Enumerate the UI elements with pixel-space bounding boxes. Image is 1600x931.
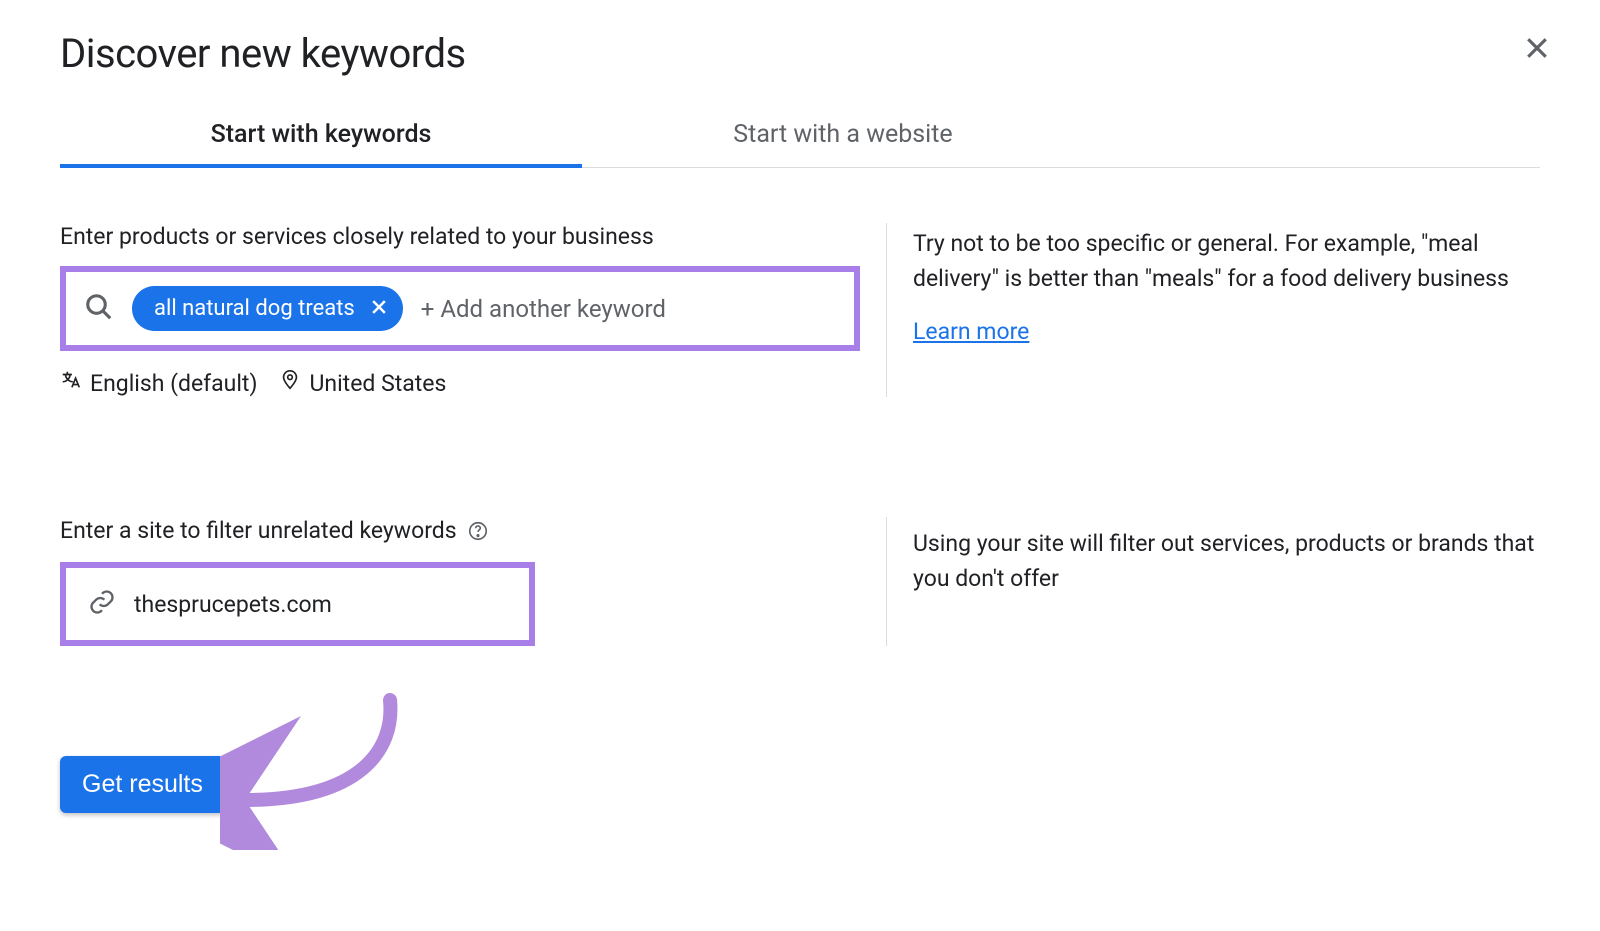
help-icon[interactable] [467,520,489,542]
search-icon [84,292,114,326]
site-section-label: Enter a site to filter unrelated keyword… [60,517,457,544]
language-selector[interactable]: English (default) [60,369,257,397]
close-button[interactable] [1514,25,1560,74]
keyword-chip-remove[interactable] [369,297,389,320]
language-label: English (default) [90,370,257,397]
get-results-button[interactable]: Get results [60,756,225,813]
link-icon [88,588,116,620]
keywords-section-label: Enter products or services closely relat… [60,223,860,250]
tabs: Start with keywords Start with a website [60,102,1540,168]
location-icon [279,369,301,397]
location-label: United States [309,370,446,397]
tab-keywords[interactable]: Start with keywords [60,102,582,167]
keyword-input[interactable]: all natural dog treats + Add another key… [60,266,860,351]
learn-more-link[interactable]: Learn more [913,318,1029,345]
site-input[interactable] [134,591,507,618]
location-selector[interactable]: United States [279,369,446,397]
language-icon [60,369,82,397]
keyword-chip-label: all natural dog treats [154,296,355,321]
keyword-chip: all natural dog treats [132,286,403,331]
close-icon [1522,51,1552,66]
tab-website[interactable]: Start with a website [582,102,1104,167]
add-keyword-placeholder[interactable]: + Add another keyword [421,295,836,323]
site-help-text: Using your site will filter out services… [913,527,1540,596]
site-input-wrap[interactable] [60,562,535,646]
page-title: Discover new keywords [60,30,466,77]
keywords-help-text: Try not to be too specific or general. F… [913,227,1540,296]
close-icon [369,297,389,320]
